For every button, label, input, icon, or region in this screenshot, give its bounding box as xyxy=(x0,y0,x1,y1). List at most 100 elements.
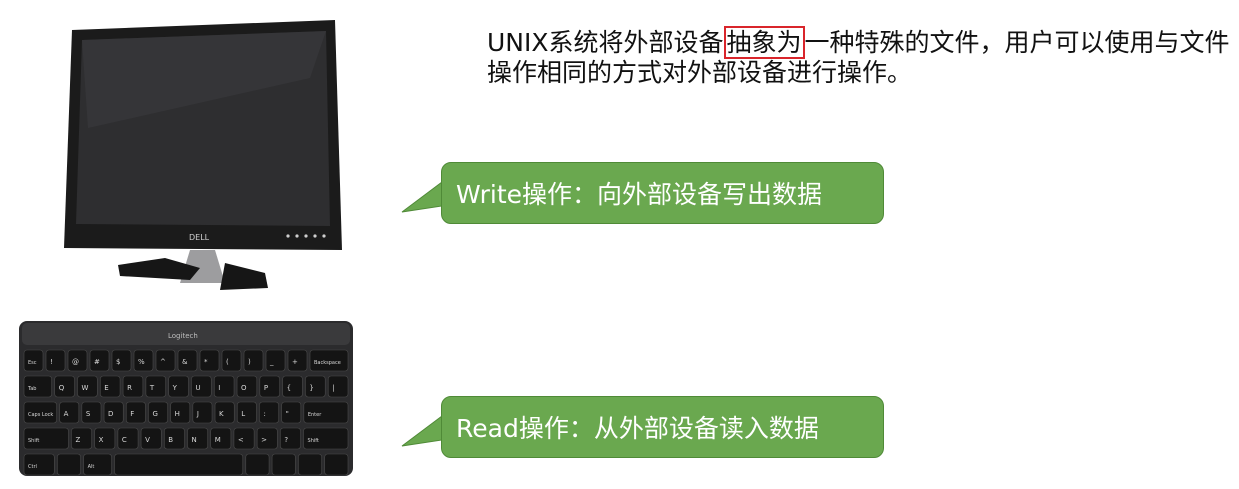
keyboard-key-label: @ xyxy=(72,358,79,366)
keyboard-key-label: ( xyxy=(226,358,229,366)
keyboard-key xyxy=(243,349,264,372)
monitor-image: DELL xyxy=(64,20,342,290)
keyboard-key xyxy=(298,453,322,476)
keyboard-key xyxy=(145,375,166,398)
keyboard-key xyxy=(245,453,270,476)
keyboard-key-label: Caps Lock xyxy=(28,412,53,418)
keyboard-key-label: M xyxy=(215,436,221,444)
keyboard-key-label: B xyxy=(168,436,173,444)
keyboard-key xyxy=(259,375,280,398)
keyboard-key xyxy=(99,375,121,398)
keyboard-key-label: ? xyxy=(284,436,288,444)
keyboard-key-label: O xyxy=(241,384,247,392)
dell-logo: DELL xyxy=(189,233,210,242)
keyboard-key xyxy=(265,349,286,372)
read-callout-tail xyxy=(401,415,443,447)
keyboard-key-label: J xyxy=(196,410,199,418)
highlighted-term: 抽象为 xyxy=(723,26,805,59)
keyboard-key-label: Alt xyxy=(88,464,95,470)
keyboard-key xyxy=(103,401,124,424)
keyboard-key-label: ^ xyxy=(160,358,166,366)
keyboard-key-label: N xyxy=(192,436,197,444)
read-callout-text: Read操作：从外部设备读入数据 xyxy=(456,414,819,443)
keyboard-key-label: $ xyxy=(116,358,120,366)
keyboard-key-label: < xyxy=(238,436,244,444)
write-callout-text: Write操作：向外部设备写出数据 xyxy=(456,180,823,209)
read-callout: Read操作：从外部设备读入数据 xyxy=(441,396,884,458)
keyboard-key xyxy=(236,401,257,424)
keyboard-key-label: _ xyxy=(269,358,274,366)
keyboard-key-label: Enter xyxy=(308,412,322,418)
keyboard-key-label: K xyxy=(219,410,224,418)
keyboard-key xyxy=(327,375,349,398)
keyboard-key-label: " xyxy=(286,410,289,418)
keyboard-key-label: Q xyxy=(59,384,65,392)
keyboard-key-label: % xyxy=(138,358,145,366)
keyboard-key xyxy=(213,375,235,398)
keyboard-key-label: T xyxy=(149,384,155,392)
keyboard-key-label: F xyxy=(130,410,134,418)
keyboard-key xyxy=(148,401,168,424)
keyboard-key-label: : xyxy=(263,410,265,418)
keyboard-key xyxy=(81,401,102,424)
keyboard-key xyxy=(221,349,242,372)
keyboard-key xyxy=(214,401,235,424)
keyboard-key xyxy=(122,375,144,398)
keyboard-key-label: I xyxy=(218,384,220,392)
keyboard-key-label: ) xyxy=(248,358,251,366)
keyboard-key xyxy=(236,375,258,398)
keyboard-key-label: Z xyxy=(75,436,80,444)
write-callout-tail xyxy=(401,181,443,213)
keyboard-key-label: > xyxy=(261,436,267,444)
keyboard-key xyxy=(125,401,146,424)
keyboard-key-label: X xyxy=(99,436,104,444)
keyboard-key xyxy=(305,375,326,398)
keyboard-key-label: D xyxy=(108,410,113,418)
keyboard-key-label: V xyxy=(145,436,150,444)
keyboard-key-label: Tab xyxy=(27,386,36,392)
keyboard-key-label: | xyxy=(332,384,334,392)
keyboard-key xyxy=(282,375,303,398)
keyboard-key xyxy=(114,453,244,476)
logitech-logo: Logitech xyxy=(168,332,198,340)
keyboard-key xyxy=(259,401,279,424)
keyboard-key xyxy=(111,349,132,372)
keyboard-key-label: * xyxy=(204,358,208,366)
keyboard-key xyxy=(59,401,80,424)
keyboard-key-label: H xyxy=(175,410,180,418)
keyboard-image: Logitech Esc! @ # $% ^ & * () _ + Backspace Tab Q W E R… xyxy=(19,321,353,476)
keyboard-key-label: + xyxy=(292,358,298,366)
keyboard-key xyxy=(271,453,296,476)
keyboard-key xyxy=(191,375,212,398)
keyboard-key xyxy=(168,375,189,398)
keyboard-key-label: S xyxy=(86,410,91,418)
keyboard-key-label: A xyxy=(64,410,69,418)
keyboard-key-label: R xyxy=(127,384,132,392)
write-callout: Write操作：向外部设备写出数据 xyxy=(441,162,884,224)
keyboard-key-label: ! xyxy=(50,358,53,366)
keyboard-key xyxy=(45,349,66,372)
keyboard-key-label: C xyxy=(122,436,127,444)
keyboard-key-label: P xyxy=(264,384,268,392)
keyboard-key-label: Y xyxy=(172,384,178,392)
keyboard-key-label: Esc xyxy=(28,360,37,366)
keyboard-key-label: Backspace xyxy=(314,360,341,366)
keyboard-key xyxy=(199,349,220,372)
keyboard-key-label: L xyxy=(241,410,245,418)
keyboard-key-label: E xyxy=(104,384,108,392)
keyboard-key xyxy=(324,453,349,476)
keyboard-keys: Esc! @ # $% ^ & * () _ + Backspace Tab Q W E R T Y U I O P {} |… xyxy=(23,349,349,476)
keyboard-key xyxy=(170,401,191,424)
keyboard-key-label: & xyxy=(182,358,188,366)
keyboard-key xyxy=(192,401,213,424)
keyboard-key xyxy=(56,453,81,476)
keyboard-key-label: } xyxy=(309,384,313,392)
keyboard-key-label: G xyxy=(152,410,157,418)
description-text: UNIX系统将外部设备 抽象为 一种特殊的文件，用户可以使用与文件操作相同的方式对外… xyxy=(487,26,1232,88)
keyboard-key-label: W xyxy=(82,384,89,392)
keyboard-key-label: # xyxy=(94,358,100,366)
keyboard-key-label: Shift xyxy=(308,438,319,444)
keyboard-key-label: Shift xyxy=(28,438,39,444)
keyboard-key-label: Ctrl xyxy=(28,464,37,470)
keyboard-key xyxy=(54,375,75,398)
